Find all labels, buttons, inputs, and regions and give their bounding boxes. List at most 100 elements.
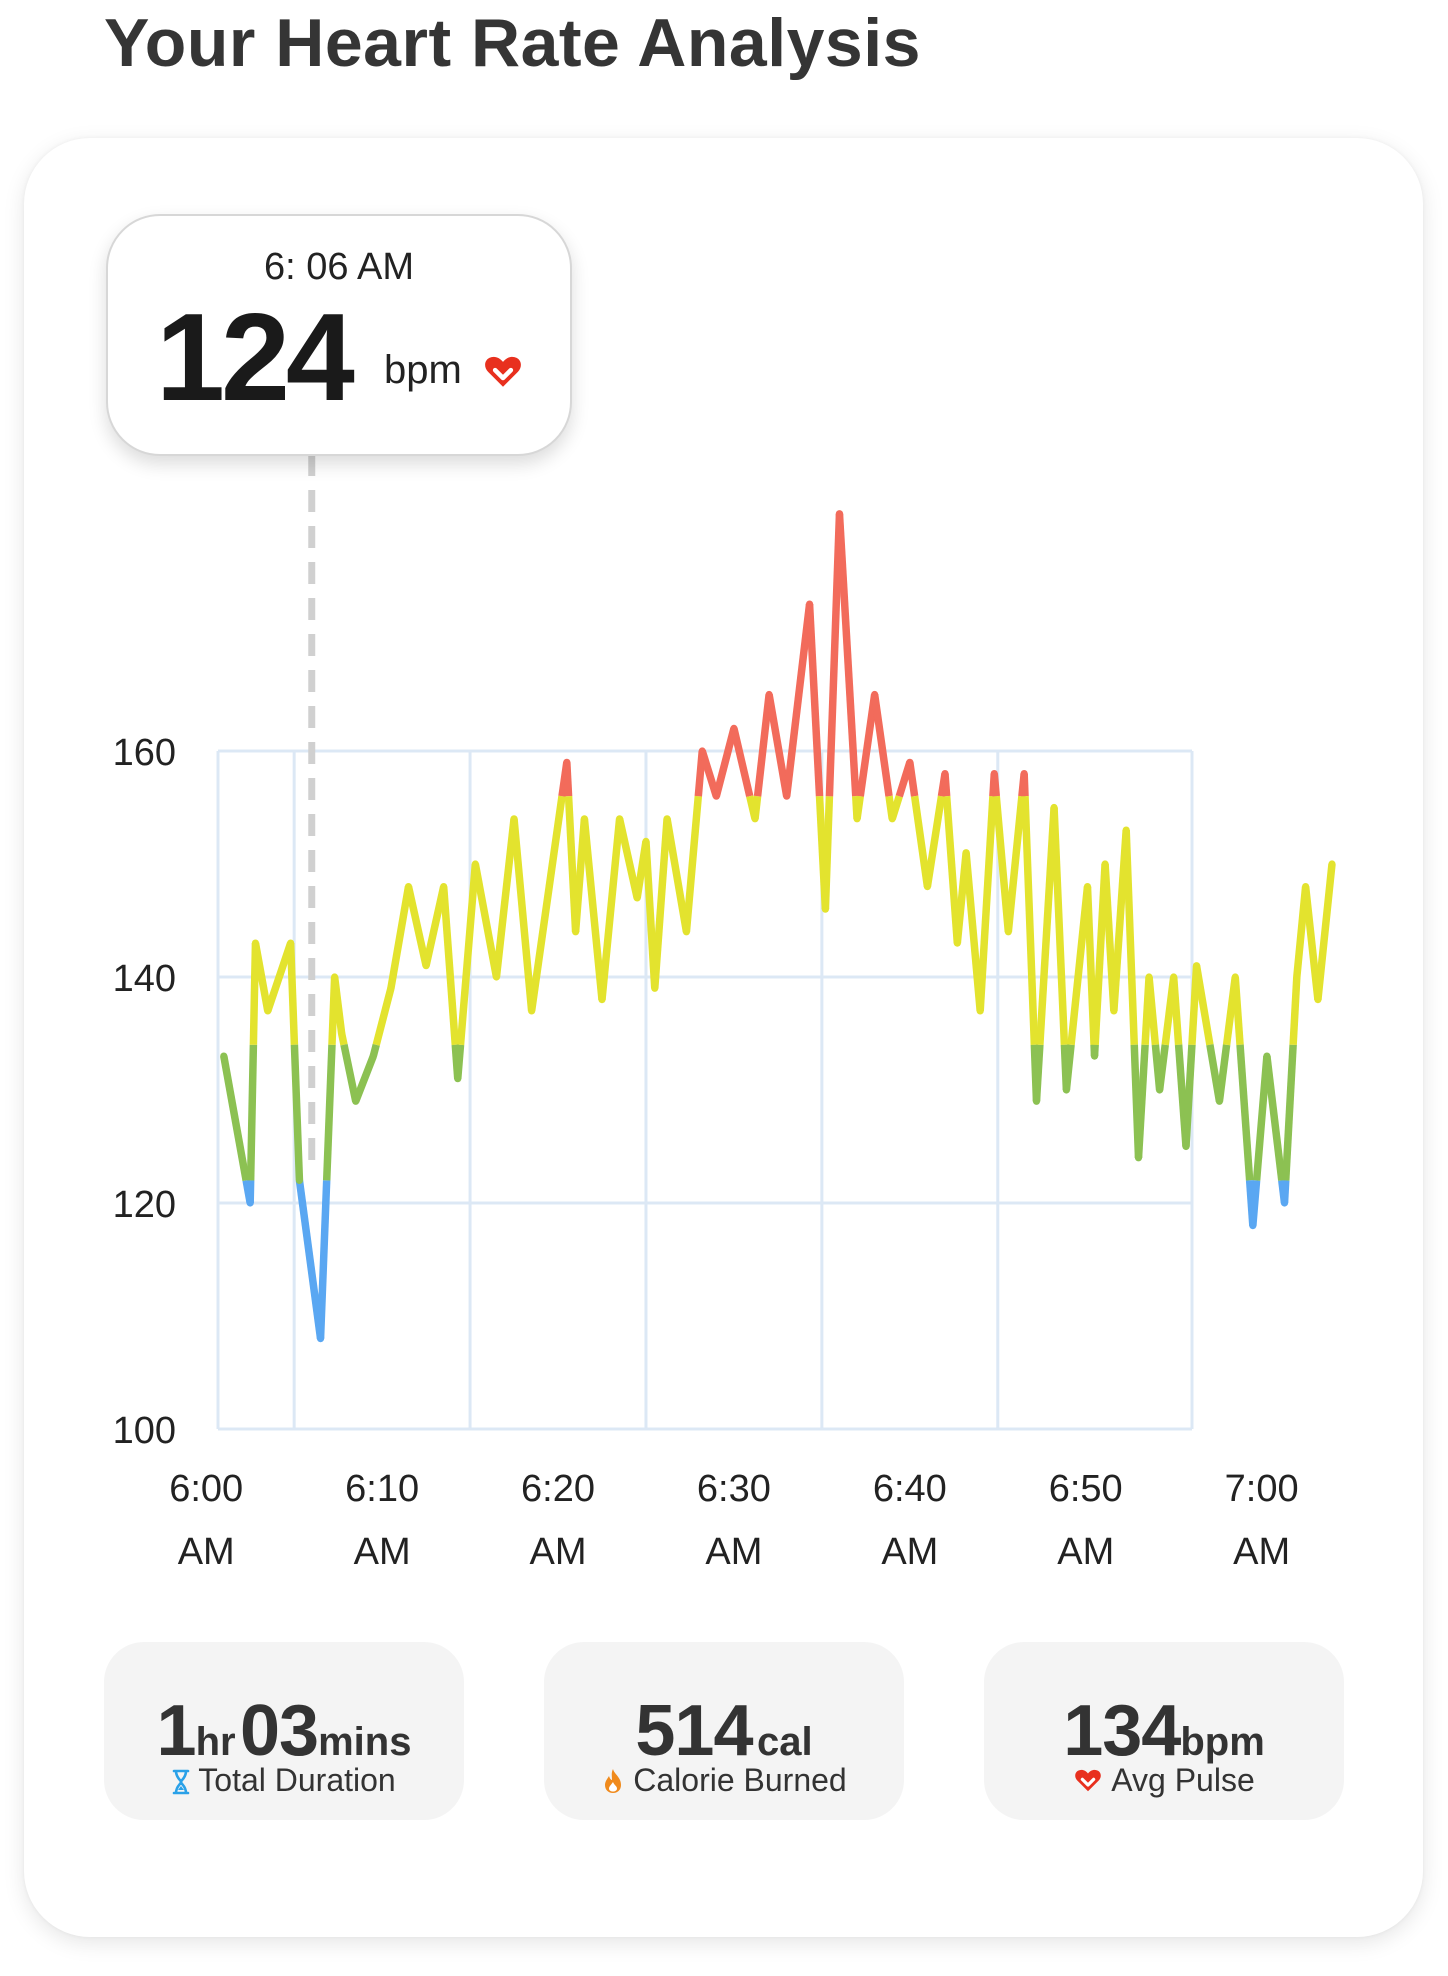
heart-rate-point [821, 905, 829, 913]
avg-pulse-stat: 134bpm Avg Pulse [984, 1642, 1344, 1820]
heart-rate-point [338, 1029, 346, 1038]
heart-rate-segment [1192, 965, 1214, 1046]
heart-rate-point [1101, 860, 1109, 868]
heart-rate-point [471, 860, 479, 868]
heart-rate-segment [805, 603, 824, 797]
heart-rate-point [642, 837, 650, 846]
pulse-label-row: Avg Pulse [984, 1762, 1344, 1799]
heart-rate-segment [1231, 976, 1244, 1046]
y-tick-label: 160 [113, 732, 176, 774]
heart-rate-point [1302, 883, 1310, 891]
heart-rate-segment [510, 818, 536, 1012]
heart-rate-segment [1281, 1044, 1297, 1181]
heart-rate-segment [825, 513, 844, 797]
total-duration-stat: 1hr 03mins Total Duration [104, 1642, 464, 1820]
heart-rate-point [454, 1075, 462, 1083]
heart-rate-point [440, 883, 448, 891]
heart-rate-segment [1252, 1055, 1271, 1181]
heart-rate-segment [545, 795, 566, 888]
pulse-value-row: 134bpm [984, 1690, 1344, 1772]
heart-rate-segment [856, 693, 879, 797]
heart-rate-point [751, 815, 759, 823]
y-tick-label: 140 [113, 958, 176, 1000]
heart-rate-point [1249, 1222, 1257, 1230]
heart-rate-point [1314, 996, 1322, 1004]
heart-rate-point [663, 815, 671, 823]
heart-rate-segment [456, 863, 480, 1046]
heart-rate-point [251, 939, 260, 947]
heart-rate-point [1156, 1086, 1164, 1094]
x-tick-label: 7:00 [1225, 1468, 1299, 1510]
heart-rate-point [783, 792, 791, 800]
heart-rate-point [990, 770, 998, 778]
calories-value: 514 [635, 1691, 753, 1771]
heart-rate-segment [598, 818, 624, 1000]
heart-rate-segment [730, 727, 754, 798]
x-tick-label-period: AM [1057, 1531, 1114, 1573]
heart-rate-segment [663, 818, 691, 933]
heart-rate-segment [404, 885, 430, 967]
heart-rate-segment [290, 1044, 304, 1181]
heart-rate-segment [1236, 1044, 1254, 1181]
duration-hours: 1 [156, 1691, 197, 1771]
heart-rate-point [923, 883, 932, 891]
heart-rate-point [1170, 973, 1178, 981]
heart-rate-point [1090, 1052, 1099, 1060]
heart-rate-segment [651, 818, 671, 989]
heart-rate-series [220, 510, 1336, 1343]
tooltip-bpm-unit: bpm [384, 348, 462, 392]
duration-label: Total Duration [198, 1762, 396, 1798]
heart-rate-segment [220, 1055, 250, 1182]
heart-rate-segment [782, 603, 814, 797]
pulse-label: Avg Pulse [1111, 1762, 1255, 1798]
heart-rate-point [805, 600, 814, 608]
heart-rate-segment [563, 762, 573, 797]
heart-rate-point [1280, 1199, 1289, 1207]
duration-label-row: Total Duration [104, 1762, 464, 1799]
hourglass-icon [172, 1769, 190, 1795]
heart-rate-point [220, 1052, 228, 1060]
heart-rate-point [295, 1176, 304, 1184]
heart-rate-point [835, 510, 844, 518]
heart-rate-point [563, 758, 571, 766]
tooltip-bpm-value: 124 [156, 289, 355, 427]
heart-rate-point [1182, 1142, 1190, 1151]
heart-rate-segment [1032, 1044, 1044, 1102]
heart-rate-segment [246, 1044, 258, 1181]
heart-rate-segment [1122, 829, 1139, 1045]
y-tick-label: 100 [113, 1410, 176, 1452]
heart-rate-point [387, 984, 395, 992]
heart-rate-point [404, 883, 413, 891]
heart-rate-segment [753, 694, 773, 797]
heart-rate-point [1134, 1154, 1143, 1162]
heart-rate-point [331, 973, 339, 981]
heart-icon [1075, 1769, 1102, 1792]
y-axis-labels: 100 120 140 160 [113, 732, 176, 1452]
calories-value-row: 514 cal [544, 1690, 904, 1772]
heart-rate-point [528, 1007, 536, 1015]
heart-rate-point [730, 724, 738, 733]
x-tick-label: 6:20 [521, 1468, 595, 1510]
heart-rate-point [871, 690, 879, 699]
heart-rate-point [264, 1007, 272, 1015]
heart-rate-segment [1263, 1055, 1286, 1181]
x-tick-label-period: AM [1233, 1531, 1290, 1573]
heart-rate-segment [1021, 796, 1039, 1045]
heart-rate-segment [835, 513, 860, 797]
heart-rate-point [1083, 883, 1092, 891]
heart-rate-point [1020, 770, 1028, 778]
heart-rate-point [580, 815, 589, 823]
heart-rate-segment [387, 885, 413, 989]
heart-rate-point [712, 792, 720, 800]
heart-rate-segment [682, 795, 703, 933]
x-tick-label: 6:40 [873, 1468, 947, 1510]
x-tick-label-period: AM [881, 1531, 938, 1573]
heart-rate-point [906, 758, 914, 766]
heart-rate-segment [765, 693, 791, 797]
heart-rate-segment [976, 795, 997, 1012]
heart-rate-segment [322, 1044, 336, 1181]
duration-hours-unit: hr [195, 1720, 236, 1764]
heart-rate-point [1032, 1097, 1041, 1105]
heart-rate-segment [1215, 1044, 1231, 1102]
heart-rate-point [1004, 928, 1012, 936]
